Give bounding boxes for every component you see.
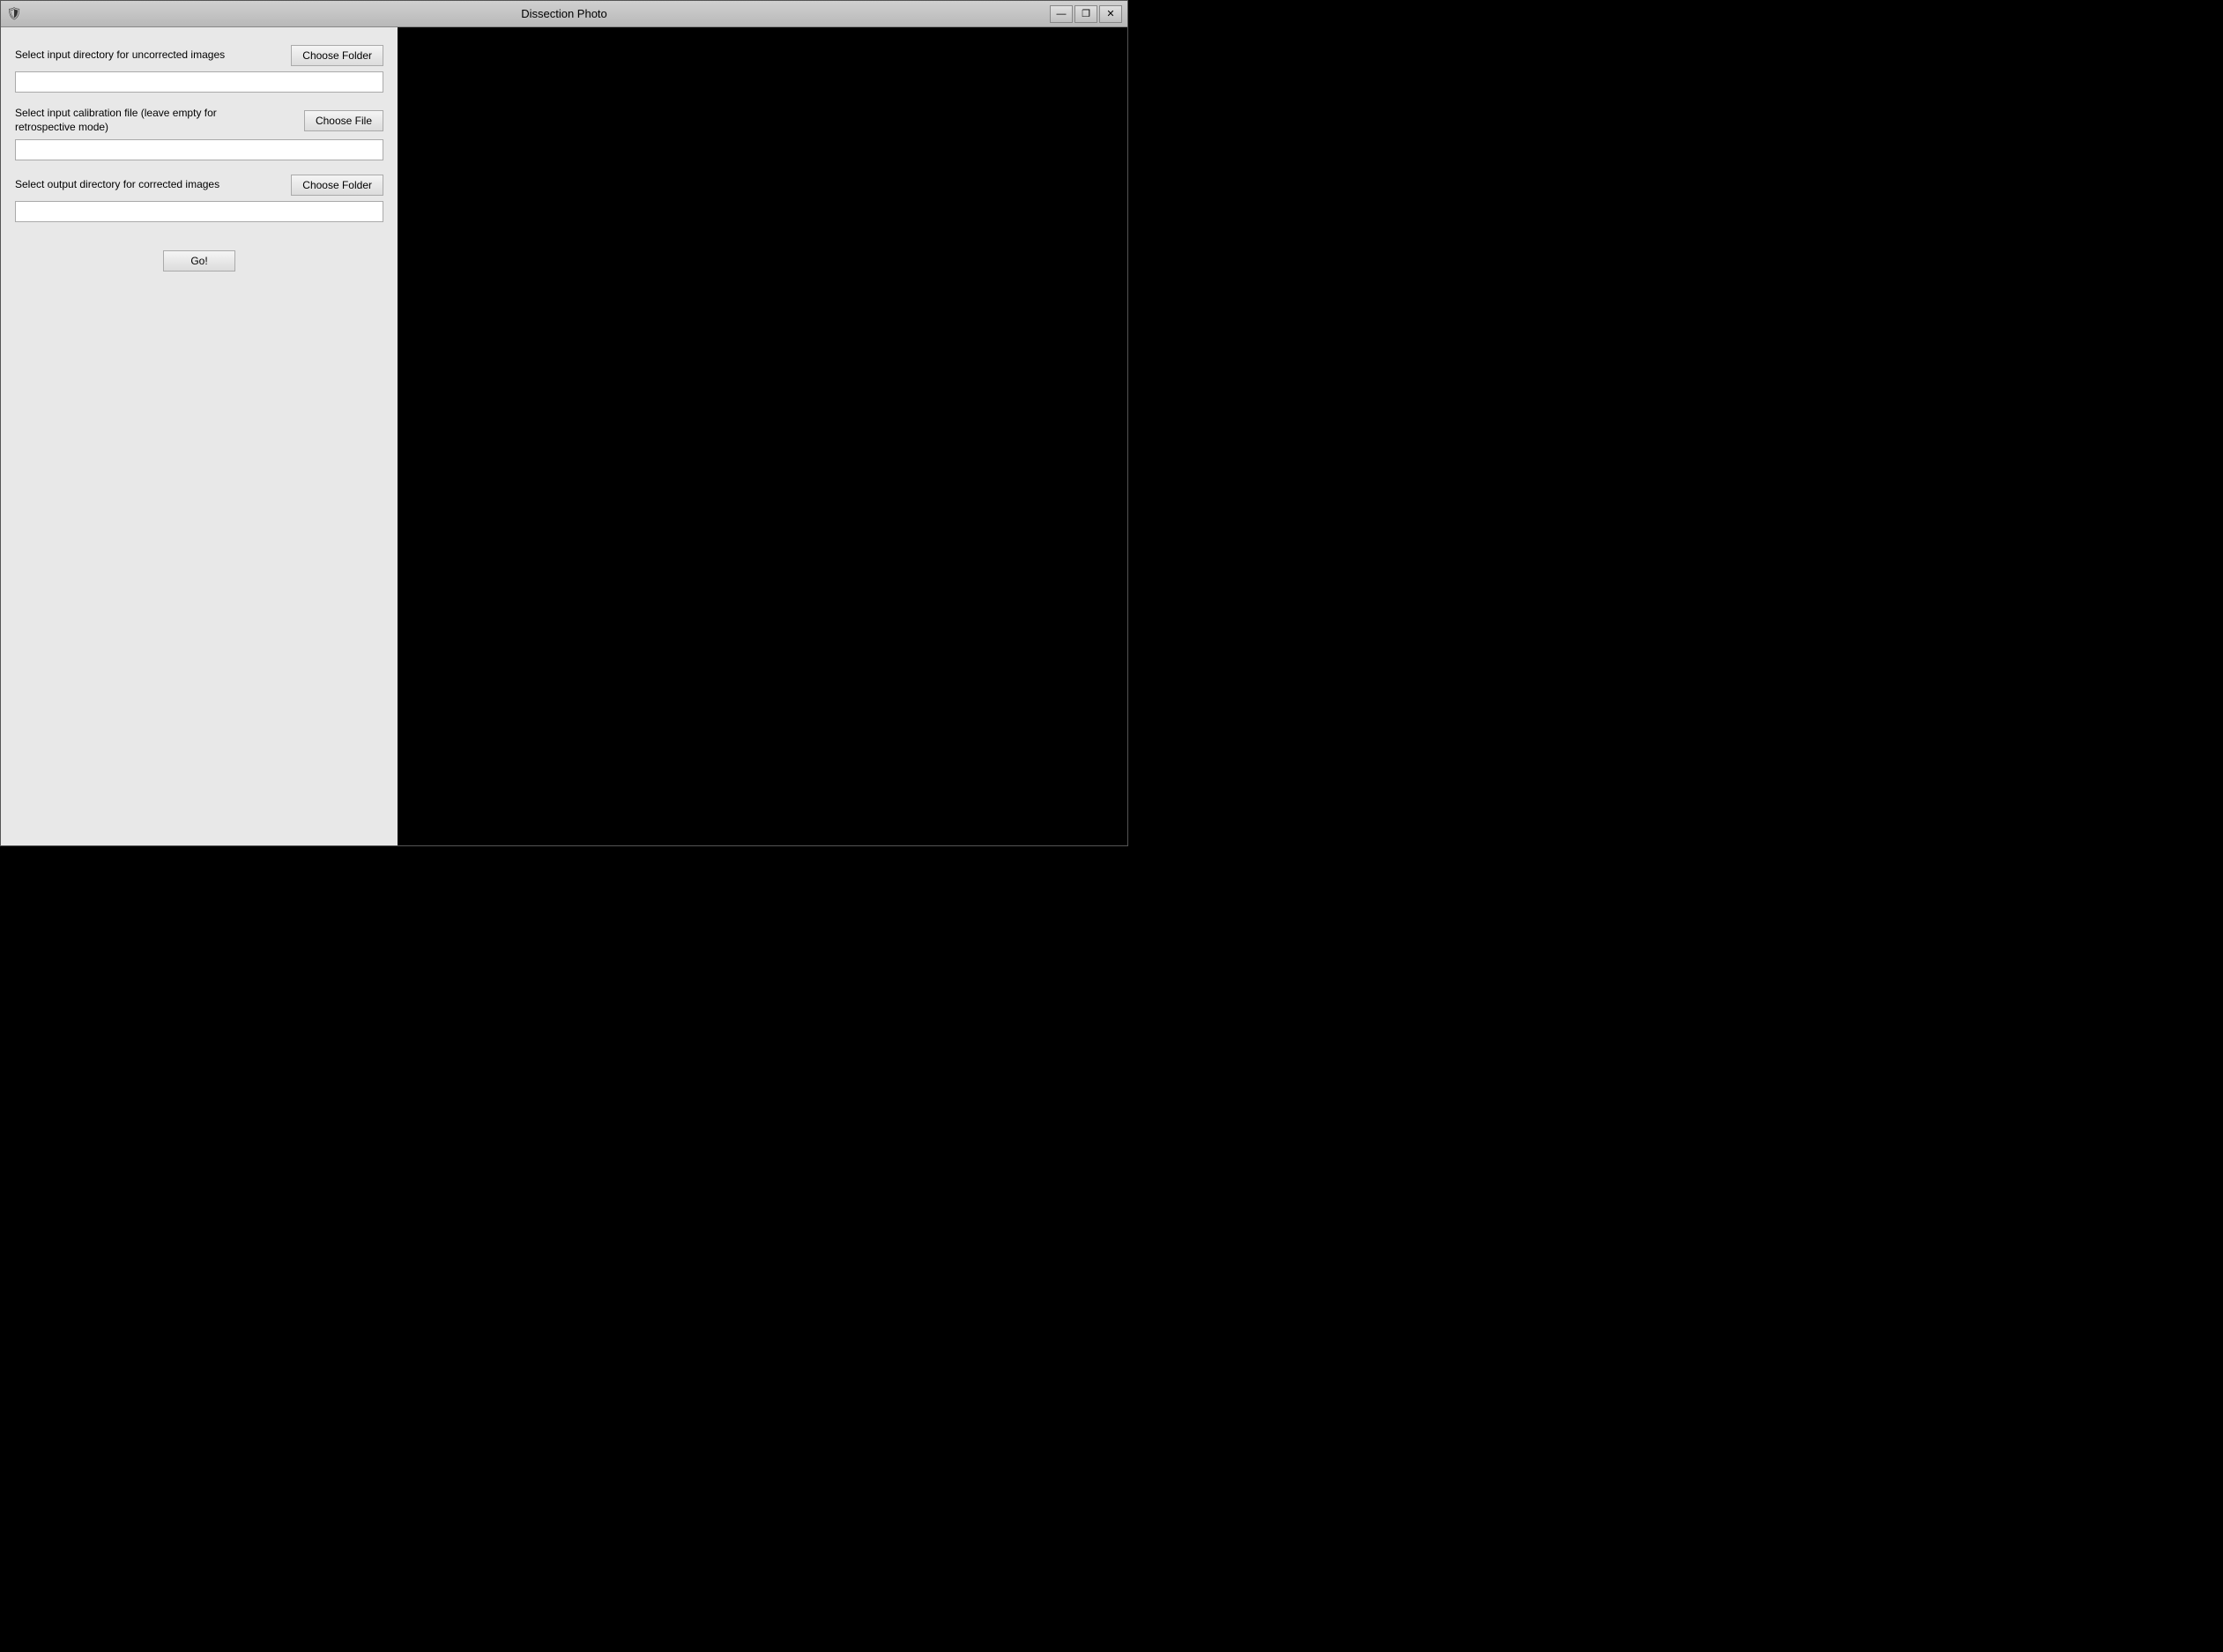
section3-header: Select output directory for corrected im… [15,175,383,196]
uncorrected-images-input[interactable] [15,71,383,93]
right-panel-black [398,27,1127,845]
main-window: 🛡 Dissection Photo — ❐ ✕ Select input di… [0,0,1128,846]
section-calibration-file: Select input calibration file (leave emp… [15,107,383,160]
left-panel: Select input directory for uncorrected i… [1,27,398,845]
calibration-file-input[interactable] [15,139,383,160]
choose-file-button[interactable]: Choose File [304,110,383,131]
section2-label: Select input calibration file (leave emp… [15,107,262,134]
go-button[interactable]: Go! [163,250,234,272]
section1-header: Select input directory for uncorrected i… [15,45,383,66]
restore-button[interactable]: ❐ [1074,5,1097,23]
section1-label: Select input directory for uncorrected i… [15,48,225,63]
section-uncorrected-images: Select input directory for uncorrected i… [15,45,383,93]
window-body: Select input directory for uncorrected i… [1,27,1127,845]
section3-label: Select output directory for corrected im… [15,178,219,192]
titlebar-left: 🛡 [6,6,22,22]
close-button[interactable]: ✕ [1099,5,1122,23]
app-icon: 🛡 [6,6,22,22]
titlebar-controls: — ❐ ✕ [1050,5,1122,23]
choose-folder-button-2[interactable]: Choose Folder [291,175,383,196]
section2-header: Select input calibration file (leave emp… [15,107,383,134]
section-corrected-images: Select output directory for corrected im… [15,175,383,222]
go-button-wrapper: Go! [15,250,383,272]
window-title: Dissection Photo [521,7,607,20]
corrected-images-input[interactable] [15,201,383,222]
titlebar: 🛡 Dissection Photo — ❐ ✕ [1,1,1127,27]
minimize-button[interactable]: — [1050,5,1073,23]
choose-folder-button-1[interactable]: Choose Folder [291,45,383,66]
